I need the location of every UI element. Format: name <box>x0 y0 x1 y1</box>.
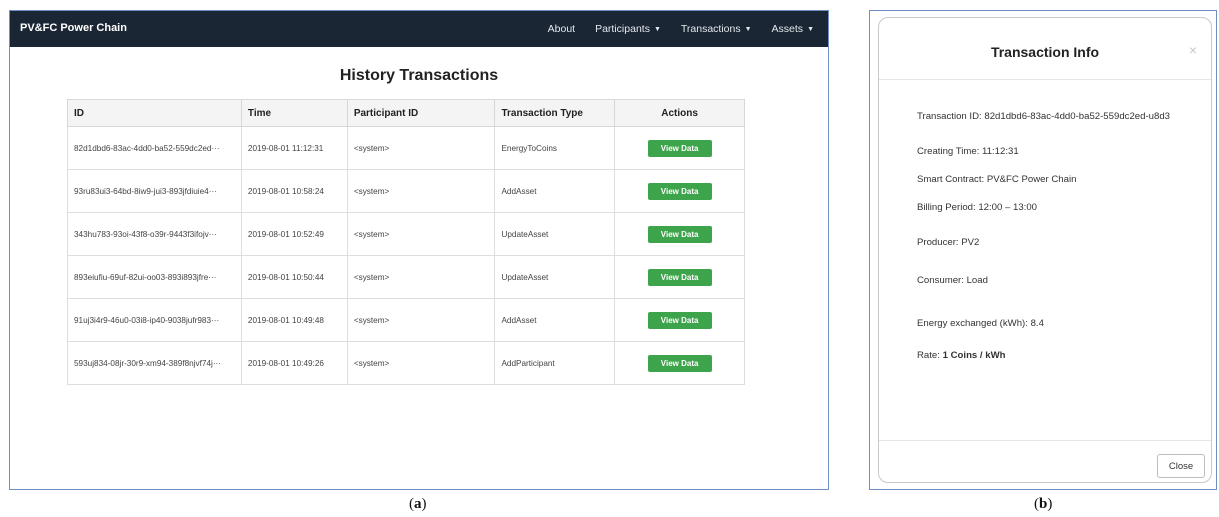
table-row: 893eiufiu-69uf-82ui-oo03-893i893jfre··· … <box>67 255 745 299</box>
nav-menu: About Participants ▼ Transactions ▼ Asse… <box>548 11 814 47</box>
transaction-info-modal: Transaction Info × Transaction ID: 82d1d… <box>878 17 1212 483</box>
caption-b: (b) <box>1034 496 1053 512</box>
view-data-button[interactable]: View Data <box>647 225 712 243</box>
table-row: 343hu783-93oi-43f8-o39r-9443f3ifojv··· 2… <box>67 212 745 256</box>
nav-about-label: About <box>547 23 576 35</box>
cell-actions: View Data <box>614 341 745 385</box>
brand-title[interactable]: PV&FC Power Chain <box>20 22 127 34</box>
cell-participant: <system> <box>346 255 496 299</box>
cell-id: 343hu783-93oi-43f8-o39r-9443f3ifojv··· <box>67 212 242 256</box>
billing-period-text: Billing Period: 12:00 – 13:00 <box>917 202 1038 213</box>
cell-type: AddAsset <box>494 298 616 342</box>
modal-header-divider <box>879 79 1211 80</box>
cell-type: AddAsset <box>494 169 616 213</box>
column-header-participant: Participant ID <box>346 99 496 127</box>
cell-type: AddParticipant <box>494 341 616 385</box>
cell-time: 2019-08-01 11:12:31 <box>240 126 348 170</box>
table-row: 91uj3i4r9-46u0-03i8-ip40-9038jufr983··· … <box>67 298 745 342</box>
nav-transactions[interactable]: Transactions ▼ <box>681 23 752 35</box>
view-data-button[interactable]: View Data <box>647 354 712 372</box>
modal-title: Transaction Info <box>990 44 1100 60</box>
caret-down-icon: ▼ <box>744 25 752 33</box>
transactions-table: ID Time Participant ID Transaction Type … <box>67 99 745 385</box>
table-row: 593uj834-08jr-30r9-xm94-389f8njvf74j··· … <box>67 341 745 385</box>
nav-transactions-label: Transactions <box>680 23 741 35</box>
table-row: 93ru83ui3-64bd-8iw9-jui3-893jfdiuie4··· … <box>67 169 745 213</box>
cell-time: 2019-08-01 10:52:49 <box>240 212 348 256</box>
table-header-row: ID Time Participant ID Transaction Type … <box>67 99 745 127</box>
rate-label: Rate: <box>917 350 943 361</box>
cell-time: 2019-08-01 10:58:24 <box>240 169 348 213</box>
column-header-id: ID <box>67 99 242 127</box>
cell-participant: <system> <box>346 298 496 342</box>
transaction-id-text: Transaction ID: 82d1dbd6-83ac-4dd0-ba52-… <box>917 111 1170 122</box>
cell-time: 2019-08-01 10:49:26 <box>240 341 348 385</box>
cell-actions: View Data <box>614 212 745 256</box>
cell-id: 893eiufiu-69uf-82ui-oo03-893i893jfre··· <box>67 255 242 299</box>
cell-type: UpdateAsset <box>494 212 616 256</box>
cell-participant: <system> <box>346 126 496 170</box>
nav-assets-label: Assets <box>771 23 804 35</box>
producer-text: Producer: PV2 <box>917 237 980 248</box>
view-data-button[interactable]: View Data <box>647 311 712 329</box>
view-data-button[interactable]: View Data <box>647 182 712 200</box>
cell-time: 2019-08-01 10:49:48 <box>240 298 348 342</box>
column-header-actions: Actions <box>614 99 745 127</box>
cell-actions: View Data <box>614 298 745 342</box>
cell-actions: View Data <box>614 255 745 299</box>
caret-down-icon: ▼ <box>807 25 814 33</box>
cell-participant: <system> <box>346 169 496 213</box>
cell-time: 2019-08-01 10:50:44 <box>240 255 348 299</box>
caret-down-icon: ▼ <box>653 25 661 33</box>
cell-type: EnergyToCoins <box>494 126 616 170</box>
page-title: History Transactions <box>339 67 499 84</box>
column-header-type: Transaction Type <box>494 99 616 127</box>
column-header-time: Time <box>240 99 348 127</box>
rate-value: 1 Coins / kWh <box>942 350 1006 361</box>
modal-footer-divider <box>879 440 1211 441</box>
top-navbar: PV&FC Power Chain About Participants ▼ T… <box>10 11 828 47</box>
nav-participants[interactable]: Participants ▼ <box>595 23 661 35</box>
table-row: 82d1dbd6-83ac-4dd0-ba52-559dc2ed··· 2019… <box>67 126 745 170</box>
nav-assets[interactable]: Assets ▼ <box>772 23 814 35</box>
cell-id: 82d1dbd6-83ac-4dd0-ba52-559dc2ed··· <box>67 126 242 170</box>
cell-type: UpdateAsset <box>494 255 616 299</box>
transaction-info-panel: Transaction Info × Transaction ID: 82d1d… <box>869 10 1217 490</box>
cell-actions: View Data <box>614 126 745 170</box>
smart-contract-text: Smart Contract: PV&FC Power Chain <box>917 174 1077 185</box>
history-panel: PV&FC Power Chain About Participants ▼ T… <box>9 10 829 490</box>
nav-participants-label: Participants <box>595 23 650 35</box>
cell-participant: <system> <box>346 341 496 385</box>
view-data-button[interactable]: View Data <box>647 139 712 157</box>
energy-exchanged-text: Energy exchanged (kWh): 8.4 <box>917 318 1044 329</box>
consumer-text: Consumer: Load <box>917 275 988 286</box>
cell-actions: View Data <box>614 169 745 213</box>
cell-id: 93ru83ui3-64bd-8iw9-jui3-893jfdiuie4··· <box>67 169 242 213</box>
close-button[interactable]: Close <box>1157 454 1205 478</box>
close-icon[interactable]: × <box>1189 42 1197 58</box>
view-data-button[interactable]: View Data <box>647 268 712 286</box>
cell-id: 91uj3i4r9-46u0-03i8-ip40-9038jufr983··· <box>67 298 242 342</box>
caption-a: (a) <box>409 496 427 512</box>
rate-text: Rate: 1 Coins / kWh <box>917 350 1006 361</box>
cell-id: 593uj834-08jr-30r9-xm94-389f8njvf74j··· <box>67 341 242 385</box>
cell-participant: <system> <box>346 212 496 256</box>
nav-about[interactable]: About <box>548 23 575 35</box>
creating-time-text: Creating Time: 11:12:31 <box>917 146 1019 157</box>
